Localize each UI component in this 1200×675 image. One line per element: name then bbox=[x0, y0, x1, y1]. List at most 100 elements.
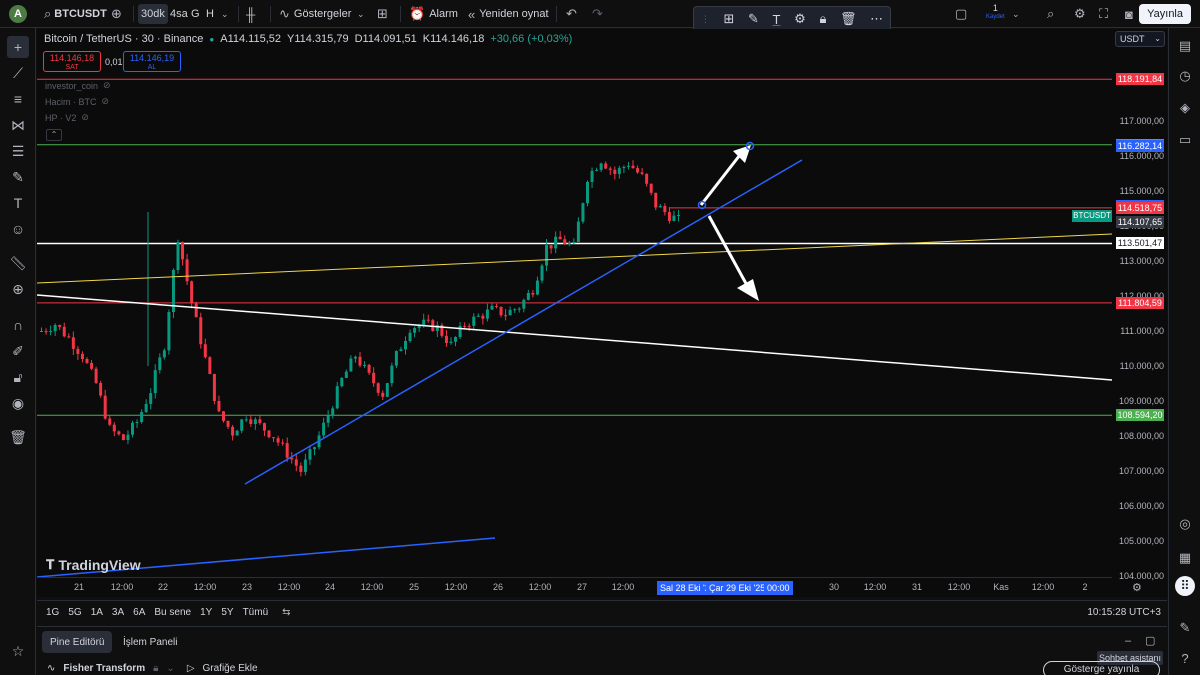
stay-drawing-icon[interactable]: ✐ bbox=[7, 340, 29, 362]
horizontal-lines-icon[interactable]: ≡ bbox=[7, 88, 29, 110]
script-name[interactable]: Fisher Transform bbox=[63, 663, 145, 674]
redo-button[interactable]: ↷ bbox=[592, 4, 603, 24]
layers-icon[interactable]: ◈ bbox=[1175, 98, 1195, 118]
interval-dropdown[interactable]: ⌄ bbox=[221, 4, 229, 24]
interval-30m[interactable]: 30dk bbox=[138, 4, 168, 24]
price-level-tag[interactable]: 113.501,47 bbox=[1116, 237, 1164, 250]
range-1d[interactable]: 1G bbox=[46, 607, 59, 618]
line-color-icon[interactable]: ✎ bbox=[748, 11, 759, 27]
clock-timezone[interactable]: 10:15:28 UTC+3 bbox=[1087, 607, 1161, 618]
price-chart[interactable] bbox=[37, 29, 1167, 597]
lock-drawings-icon[interactable]: 🔓︎ bbox=[7, 366, 29, 388]
price-level-tag[interactable]: 116.282,14 bbox=[1116, 140, 1164, 153]
candle-body bbox=[149, 393, 153, 404]
alerts-clock-icon[interactable]: ◷ bbox=[1175, 66, 1195, 86]
crosshair-icon[interactable]: + bbox=[7, 36, 29, 58]
date-range-icon[interactable]: ⇆ bbox=[282, 607, 290, 618]
candle-body bbox=[313, 447, 316, 450]
brush-icon[interactable]: ✎ bbox=[7, 166, 29, 188]
undo-button[interactable]: ↶ bbox=[566, 4, 577, 24]
time-axis[interactable]: Sal 28 Eki '2 Çar 29 Eki '25 00:00 21 12:… bbox=[37, 577, 1112, 597]
watchlist-icon[interactable]: ▤ bbox=[1175, 36, 1195, 56]
range-1y[interactable]: 1Y bbox=[200, 607, 212, 618]
help-icon[interactable]: ? bbox=[1175, 648, 1195, 668]
chart-pane[interactable]: Bitcoin / TetherUS · 30 · Binance ● A114… bbox=[37, 29, 1167, 597]
collapse-legend-button[interactable]: ⌃ bbox=[46, 129, 62, 141]
layouts-button[interactable]: ⊞ bbox=[377, 4, 388, 24]
interval-4h[interactable]: 4sa bbox=[170, 4, 188, 24]
calendar-icon[interactable]: ▦ bbox=[1175, 548, 1195, 568]
minimize-icon[interactable]: – bbox=[1125, 635, 1131, 647]
buy-button[interactable]: 114.146,19 AL bbox=[123, 51, 181, 72]
fib-icon[interactable]: ☰ bbox=[7, 140, 29, 162]
range-1m[interactable]: 1A bbox=[91, 607, 103, 618]
lock-icon[interactable]: 🔒︎ bbox=[819, 11, 826, 27]
price-level-tag[interactable]: 118.191,84 bbox=[1116, 73, 1164, 86]
target-icon[interactable]: ◎ bbox=[1175, 514, 1195, 534]
chat-icon[interactable]: ▭ bbox=[1175, 130, 1195, 150]
patterns-icon[interactable]: ⋈ bbox=[7, 114, 29, 136]
layout-select-button[interactable]: ▢ bbox=[955, 4, 967, 24]
star-icon[interactable]: ☆ bbox=[7, 640, 29, 662]
drag-handle-icon[interactable]: ⋮ bbox=[701, 14, 710, 25]
ruler-icon[interactable]: 📏︎ bbox=[7, 252, 29, 274]
range-ytd[interactable]: Bu sene bbox=[154, 607, 191, 618]
save-dropdown[interactable]: ⌄ bbox=[1012, 4, 1020, 24]
alarm-button[interactable]: ⏰ Alarm bbox=[409, 4, 458, 24]
eye-icon[interactable]: ◉ bbox=[7, 392, 29, 414]
replay-button[interactable]: « Yeniden oynat bbox=[468, 4, 549, 24]
fullscreen-button[interactable]: ⛶ bbox=[1099, 4, 1108, 24]
eye-off-icon[interactable]: ⊘ bbox=[81, 112, 89, 123]
text-icon[interactable]: T bbox=[773, 12, 781, 27]
maximize-icon[interactable]: ▢ bbox=[1145, 634, 1155, 647]
price-level-tag[interactable]: 114.107,65 bbox=[1116, 216, 1164, 229]
zoom-icon[interactable]: ⊕ bbox=[7, 278, 29, 300]
axis-settings-icon[interactable]: ⚙ bbox=[1132, 581, 1142, 594]
price-level-tag[interactable]: 114.518,75 bbox=[1116, 201, 1164, 214]
trash-icon[interactable]: 🗑︎ bbox=[840, 11, 857, 27]
snapshot-button[interactable]: ◙ bbox=[1125, 4, 1133, 24]
more-icon[interactable]: ⋯ bbox=[870, 11, 883, 27]
symbol-search[interactable]: ⌕ BTCUSDT bbox=[44, 4, 107, 24]
settings-button[interactable]: ⚙ bbox=[1074, 4, 1086, 24]
indicator-templates-button[interactable]: ⌄ bbox=[357, 4, 365, 24]
compare-symbol-button[interactable]: ⊕ bbox=[111, 4, 122, 24]
apps-icon[interactable]: ⠿ bbox=[1175, 576, 1195, 596]
publish-indicator-button[interactable]: Gösterge yayınla bbox=[1043, 661, 1160, 675]
eye-off-icon[interactable]: ⊘ bbox=[103, 80, 111, 91]
legend-title[interactable]: Bitcoin / TetherUS · 30 · Binance bbox=[44, 33, 203, 45]
candle-body bbox=[454, 337, 458, 342]
price-level-tag[interactable]: 108.594,20 bbox=[1116, 409, 1164, 422]
interval-week[interactable]: H bbox=[206, 4, 214, 24]
settings-icon[interactable]: ⚙ bbox=[794, 11, 806, 27]
publish-button[interactable]: Yayınla bbox=[1139, 4, 1191, 24]
tab-pine-editor[interactable]: Pine Editörü bbox=[42, 631, 113, 653]
indicators-button[interactable]: ∿ Göstergeler bbox=[279, 4, 351, 24]
chart-type-button[interactable]: ╫ bbox=[246, 4, 255, 24]
trend-line-icon[interactable]: ⟋ bbox=[7, 62, 29, 84]
user-avatar[interactable]: A bbox=[9, 5, 27, 23]
add-to-chart-button[interactable]: Grafiğe Ekle bbox=[203, 663, 258, 674]
text-tool-icon[interactable]: T bbox=[7, 192, 29, 214]
range-3m[interactable]: 3A bbox=[112, 607, 124, 618]
price-level-tag[interactable]: 111.804,59 bbox=[1116, 296, 1164, 309]
emoji-icon[interactable]: ☺ bbox=[7, 218, 29, 240]
save-button[interactable]: 1 Kaydet bbox=[986, 4, 1005, 24]
chevron-down-icon[interactable]: ⌄ bbox=[166, 663, 174, 674]
tab-trading-panel[interactable]: İşlem Paneli bbox=[115, 631, 185, 653]
range-all[interactable]: Tümü bbox=[243, 607, 269, 618]
range-5d[interactable]: 5G bbox=[68, 607, 81, 618]
edit-icon[interactable]: ✎ bbox=[1175, 618, 1195, 638]
range-5y[interactable]: 5Y bbox=[221, 607, 233, 618]
indicator-row[interactable]: Hacim · BTC ⊘ bbox=[45, 96, 109, 107]
range-6m[interactable]: 6A bbox=[133, 607, 145, 618]
indicator-row[interactable]: investor_coin ⊘ bbox=[45, 80, 111, 91]
template-icon[interactable]: ⊞ bbox=[723, 11, 734, 27]
sell-button[interactable]: 114.146,18 SAT bbox=[43, 51, 101, 72]
trash-icon[interactable]: 🗑︎ bbox=[7, 426, 29, 448]
interval-day[interactable]: G bbox=[191, 4, 200, 24]
eye-off-icon[interactable]: ⊘ bbox=[102, 96, 110, 107]
indicator-row[interactable]: HP · V2 ⊘ bbox=[45, 112, 89, 123]
quick-search-button[interactable]: ⌕ bbox=[1047, 4, 1054, 24]
magnet-icon[interactable]: ∩ bbox=[7, 314, 29, 336]
